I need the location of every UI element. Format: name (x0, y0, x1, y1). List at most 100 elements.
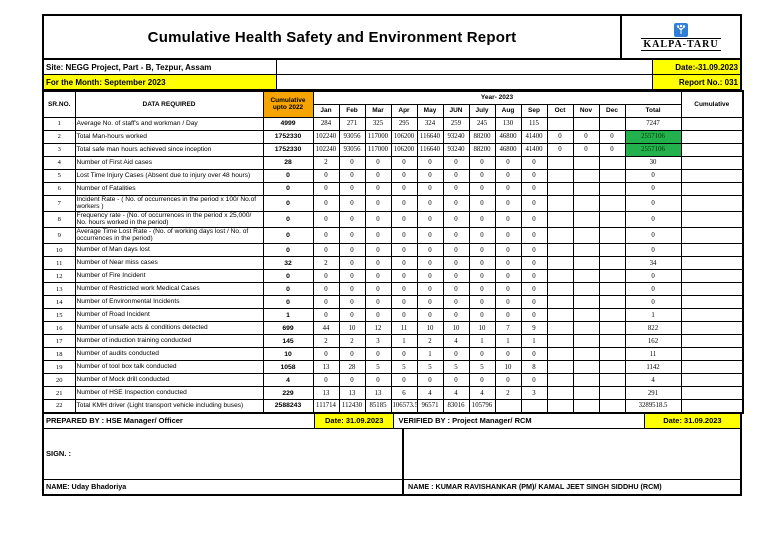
row-month-value-11 (572, 194, 600, 212)
table-row: 15 Number of Road Incident 1 0 0 0 0 0 0 0 0 0 1 (42, 308, 744, 323)
month-row-spacer (277, 75, 653, 89)
row-total: 291 (624, 386, 682, 401)
row-month-value-10 (546, 295, 574, 310)
row-month-value-11 (572, 282, 600, 297)
table-row: 1 Average No. of staff's and workman / Da… (42, 116, 744, 131)
table-row: 17 Number of induction training conducted… (42, 334, 744, 349)
row-month-value-5: 4 (416, 386, 444, 401)
row-month-value-5: 96571 (416, 399, 444, 414)
row-month-value-8: 0 (494, 347, 522, 362)
report-number: Report No.: 031 (653, 75, 740, 89)
row-month-value-6: 0 (442, 210, 470, 228)
row-month-value-10 (546, 256, 574, 271)
row-month-value-1: 2 (312, 256, 340, 271)
row-label: Average No. of staff's and workman / Day (74, 116, 264, 131)
signature-row: SIGN. : (42, 428, 742, 480)
row-month-value-6: 0 (442, 226, 470, 245)
row-total: 822 (624, 321, 682, 336)
row-month-value-9: 0 (520, 155, 548, 170)
row-month-value-5: 0 (416, 282, 444, 297)
row-month-value-3: 0 (364, 347, 392, 362)
row-month-value-12 (598, 386, 626, 401)
row-month-value-12 (598, 210, 626, 228)
row-month-value-12 (598, 269, 626, 284)
row-srno: 2 (42, 129, 76, 144)
row-month-value-9: 9 (520, 321, 548, 336)
row-month-value-7: 0 (468, 295, 496, 310)
row-srno: 3 (42, 142, 76, 157)
row-month-value-11 (572, 168, 600, 183)
row-month-value-1: 13 (312, 386, 340, 401)
row-month-value-8: 46800 (494, 129, 522, 144)
col-header-jan: Jan (312, 103, 340, 118)
row-month-value-9: 3 (520, 386, 548, 401)
row-label: Number of Environmental Incidents (74, 295, 264, 310)
row-month-value-3: 117000 (364, 142, 392, 157)
row-month-value-7: 4 (468, 386, 496, 401)
row-month-value-11 (572, 295, 600, 310)
row-month-value-5: 5 (416, 360, 444, 375)
row-month-value-7: 88200 (468, 129, 496, 144)
col-header-cumulative-2022: Cumulative upto 2022 (262, 90, 314, 118)
row-month-value-11 (572, 116, 600, 131)
row-srno: 5 (42, 168, 76, 183)
row-cumulative (680, 256, 744, 271)
row-month-value-12 (598, 373, 626, 388)
row-month-value-2: 2 (338, 334, 366, 349)
row-label: Incident Rate - ( No. of occurrences in … (74, 194, 264, 212)
row-month-value-7: 0 (468, 308, 496, 323)
row-month-value-1: 0 (312, 194, 340, 212)
row-month-value-5: 0 (416, 226, 444, 245)
row-month-value-4: 0 (390, 373, 418, 388)
row-month-value-7: 0 (468, 210, 496, 228)
row-month-value-9: 41400 (520, 142, 548, 157)
row-month-value-9: 41400 (520, 129, 548, 144)
row-month-value-2: 112430 (338, 399, 366, 414)
row-month-value-4: 0 (390, 226, 418, 245)
hse-data-table: SR.NO. DATA REQUIRED Cumulative upto 202… (42, 90, 745, 414)
row-month-value-4: 0 (390, 155, 418, 170)
prepared-date: Date: 31.09.2023 (313, 413, 395, 428)
row-month-value-12 (598, 334, 626, 349)
row-month-value-1: 111714 (312, 399, 340, 414)
row-cumulative (680, 226, 744, 245)
col-header-oct: Oct (546, 103, 574, 118)
row-month-value-4: 0 (390, 168, 418, 183)
row-month-value-9: 115 (520, 116, 548, 131)
row-month-value-4: 0 (390, 243, 418, 258)
row-cumulative (680, 308, 744, 323)
row-month-value-6: 5 (442, 360, 470, 375)
row-cumulative-2022: 0 (262, 226, 314, 245)
row-total: 0 (624, 243, 682, 258)
row-month-value-12 (598, 116, 626, 131)
row-total: 0 (624, 168, 682, 183)
row-month-value-5: 0 (416, 194, 444, 212)
row-total: 0 (624, 269, 682, 284)
table-row: 13 Number of Restricted work Medical Case… (42, 282, 744, 297)
row-month-value-3: 0 (364, 168, 392, 183)
row-month-value-5: 0 (416, 256, 444, 271)
row-label: Total Man-hours worked (74, 129, 264, 144)
col-header-mar: Mar (364, 103, 392, 118)
row-month-value-6: 93240 (442, 129, 470, 144)
col-header-feb: Feb (338, 103, 366, 118)
row-month-value-8 (494, 399, 522, 414)
col-header-data-required: DATA REQUIRED (74, 90, 264, 118)
row-month-value-3: 117000 (364, 129, 392, 144)
row-srno: 15 (42, 308, 76, 323)
row-label: Total KMH driver (Light transport vehicl… (74, 399, 264, 414)
row-month-value-1: 102240 (312, 142, 340, 157)
row-cumulative-2022: 145 (262, 334, 314, 349)
row-month-value-11 (572, 308, 600, 323)
row-month-value-2: 0 (338, 181, 366, 196)
row-cumulative (680, 194, 744, 212)
row-month-value-7: 1 (468, 334, 496, 349)
table-row: 5 Lost Time Injury Cases (Absent due to i… (42, 168, 744, 183)
row-month-value-8: 2 (494, 386, 522, 401)
row-month-value-5: 0 (416, 210, 444, 228)
row-cumulative (680, 347, 744, 362)
row-month-value-4: 106200 (390, 129, 418, 144)
row-month-value-8: 0 (494, 168, 522, 183)
row-month-value-4: 106573.5 (390, 399, 418, 414)
row-month-value-12 (598, 295, 626, 310)
